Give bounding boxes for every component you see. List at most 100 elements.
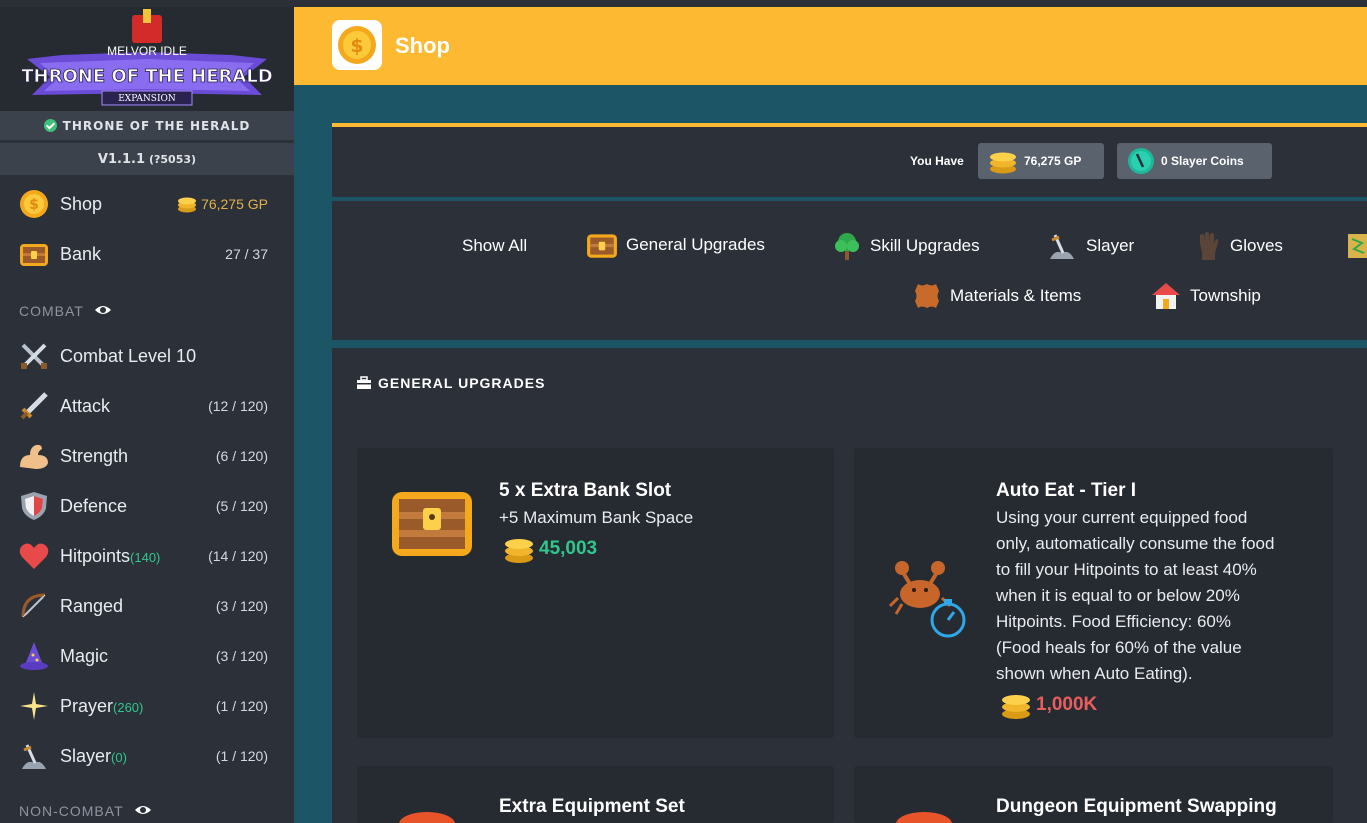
flexed-arm-icon	[18, 440, 50, 472]
equipment-icon	[896, 812, 952, 823]
coin-stack-icon	[505, 539, 533, 563]
bank-count: 27 / 37	[225, 246, 268, 262]
description-line: shown when Auto Eating).	[996, 664, 1193, 683]
coin-icon: $	[18, 188, 50, 220]
skill-level: (3 / 120)	[215, 598, 268, 614]
map-icon	[1348, 234, 1367, 258]
tab-slayer[interactable]: Slayer	[1046, 231, 1134, 261]
sidebar-item-attack[interactable]: Attack (12 / 120)	[0, 381, 294, 431]
upgrade-name: Auto Eat - Tier I	[996, 480, 1137, 501]
upgrade-card-auto-eat-tier-1[interactable]: Auto Eat - Tier I Using your current equ…	[854, 448, 1333, 738]
tab-label: Show All	[462, 236, 528, 255]
slayer-sword-icon	[18, 740, 50, 772]
svg-text:$: $	[350, 35, 363, 57]
throne-logo-icon: MELVOR IDLE THRONE OF THE HERALD EXPANSI…	[22, 9, 272, 106]
upgrade-card-dungeon-equipment-swapping[interactable]: Dungeon Equipment Swapping	[854, 766, 1333, 823]
sidebar-item-ranged[interactable]: Ranged (3 / 120)	[0, 581, 294, 631]
section-title-combat: COMBAT	[0, 291, 294, 331]
sidebar-item-shop[interactable]: $ Shop 76,275 GP	[0, 179, 294, 229]
gp-amount: 76,275 GP	[177, 195, 268, 213]
chest-icon	[18, 238, 50, 270]
sidebar-item-label: Defence	[60, 495, 128, 516]
build-label: (?5053)	[149, 152, 197, 166]
sidebar-item-prayer[interactable]: Prayer(260) (1 / 120)	[0, 681, 294, 731]
tab-general-upgrades[interactable]: General Upgrades	[586, 231, 765, 259]
check-circle-icon	[43, 119, 57, 132]
house-icon	[1152, 283, 1180, 309]
tab-township[interactable]: Township	[1150, 281, 1261, 311]
section-title-general-upgrades: GENERAL UPGRADES	[356, 375, 545, 391]
gp-value: 76,275 GP	[1024, 154, 1082, 168]
heart-icon	[18, 540, 50, 572]
expansion-logo[interactable]: MELVOR IDLE THRONE OF THE HERALD EXPANSI…	[0, 7, 294, 111]
skill-level: (6 / 120)	[215, 448, 268, 464]
skill-level: (1 / 120)	[215, 698, 268, 714]
upgrades-panel: GENERAL UPGRADES 5 x Extra Bank Slot +5 …	[332, 348, 1367, 823]
slayer-sword-icon	[1050, 234, 1074, 259]
you-have-label: You Have	[910, 154, 964, 168]
upgrade-card-extra-bank-slot[interactable]: 5 x Extra Bank Slot +5 Maximum Bank Spac…	[357, 448, 834, 738]
sidebar-item-label: Magic	[60, 645, 109, 666]
eye-icon[interactable]	[94, 303, 112, 319]
upgrade-name: Extra Equipment Set	[499, 796, 685, 817]
tab-show-all[interactable]: Show All	[462, 236, 527, 256]
sword-icon	[18, 390, 50, 422]
tab-gloves[interactable]: Gloves	[1196, 231, 1283, 261]
sidebar-item-strength[interactable]: Strength (6 / 120)	[0, 431, 294, 481]
tab-label: Township	[1190, 286, 1261, 305]
sidebar-item-label: Hitpoints(140)	[60, 546, 160, 567]
cost-value: 1,000K	[1036, 694, 1098, 715]
glove-icon	[1200, 232, 1219, 260]
skill-sub-value: (0)	[111, 749, 127, 765]
sidebar-item-magic[interactable]: Magic (3 / 120)	[0, 631, 294, 681]
logo-main-text: THRONE OF THE HERALD	[22, 66, 272, 87]
toolbox-icon	[357, 376, 371, 389]
description-line: Hitpoints. Food Efficiency: 60%	[996, 612, 1231, 631]
section-title-text: GENERAL UPGRADES	[378, 375, 546, 391]
tab-map[interactable]	[1346, 231, 1367, 261]
window-top-border	[0, 0, 1367, 7]
section-title-noncombat: NON-COMBAT	[0, 791, 294, 823]
skill-name: Slayer	[60, 745, 112, 766]
skill-level: (12 / 120)	[208, 398, 268, 414]
sidebar-item-defence[interactable]: Defence (5 / 120)	[0, 481, 294, 531]
sparkle-icon	[18, 690, 50, 722]
sidebar-item-slayer[interactable]: Slayer(0) (1 / 120)	[0, 731, 294, 781]
tab-label: General Upgrades	[626, 235, 765, 254]
svg-text:$: $	[29, 197, 39, 213]
upgrade-description: +5 Maximum Bank Space	[499, 508, 694, 527]
skill-level: (1 / 120)	[215, 748, 268, 764]
upgrade-card-extra-equipment-set[interactable]: Extra Equipment Set	[357, 766, 834, 823]
slayer-coins-pill: 0 Slayer Coins	[1117, 143, 1272, 179]
tab-materials-items[interactable]: Materials & Items	[912, 281, 1081, 311]
expansion-label: THRONE OF THE HERALD	[62, 118, 251, 133]
sidebar-item-combat-level[interactable]: Combat Level 10	[0, 331, 294, 381]
tab-label: Slayer	[1086, 236, 1135, 255]
noncombat-title-text: NON-COMBAT	[19, 803, 124, 819]
bow-icon	[18, 590, 50, 622]
upgrade-name: Dungeon Equipment Swapping	[996, 796, 1277, 817]
sidebar-item-hitpoints[interactable]: Hitpoints(140) (14 / 120)	[0, 531, 294, 581]
sidebar-item-bank[interactable]: Bank 27 / 37	[0, 229, 294, 279]
coin-stack-icon	[990, 152, 1016, 174]
coin-icon: $	[338, 26, 376, 64]
upgrade-cost: 45,003	[503, 534, 597, 564]
wizard-hat-icon	[18, 640, 50, 672]
description-line: when it is equal to or below 20%	[996, 586, 1240, 605]
sidebar-item-label: Ranged	[60, 595, 124, 616]
chest-icon	[392, 492, 472, 556]
sidebar-item-label: Slayer(0)	[60, 746, 127, 767]
currency-panel: You Have 76,275 GP 0 Slayer Coins	[332, 123, 1367, 197]
sidebar-item-label: Prayer(260)	[60, 696, 143, 717]
sidebar-item-label: Strength	[60, 445, 129, 466]
tab-skill-upgrades[interactable]: Skill Upgrades	[832, 231, 980, 261]
tree-icon	[835, 233, 859, 260]
eye-icon[interactable]	[134, 803, 152, 819]
skill-sub-value: (140)	[130, 549, 161, 565]
skill-level: (3 / 120)	[215, 648, 268, 664]
skill-sub-value: (260)	[113, 699, 144, 715]
leather-icon	[915, 284, 939, 308]
skill-level: (14 / 120)	[208, 548, 268, 564]
description-line: Using your current equipped food	[996, 508, 1248, 527]
sidebar: MELVOR IDLE THRONE OF THE HERALD EXPANSI…	[0, 7, 294, 823]
